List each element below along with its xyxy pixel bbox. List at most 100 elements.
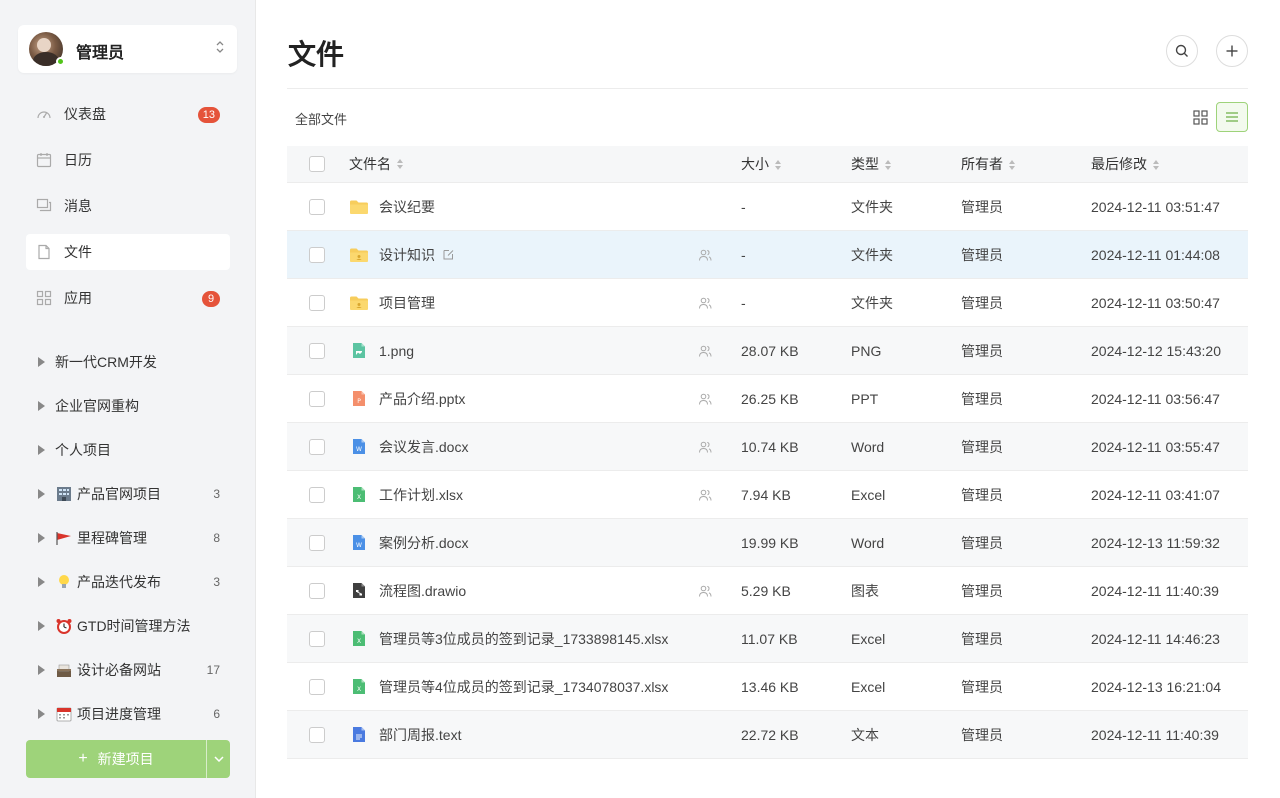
file-modified: 2024-12-11 03:50:47	[1091, 294, 1220, 311]
row-checkbox[interactable]	[309, 294, 325, 311]
file-type: 文件夹	[851, 246, 893, 263]
caret-right-icon[interactable]	[38, 533, 45, 543]
project-item[interactable]: 设计必备网站 17	[26, 648, 230, 692]
sort-by-name[interactable]: 文件名	[349, 154, 741, 174]
table-row[interactable]: 1.png 28.07 KB PNG 管理员 2024-12-12 15:43:20	[287, 327, 1248, 375]
table-row[interactable]: 流程图.drawio 5.29 KB 图表 管理员 2024-12-11 11:40:3…	[287, 567, 1248, 615]
shared-members-icon[interactable]	[698, 488, 712, 502]
sort-by-type[interactable]: 类型	[851, 154, 961, 174]
project-item[interactable]: 新一代CRM开发	[26, 340, 230, 384]
table-row[interactable]: 项目管理 - 文件夹 管理员 2024-12-11 03:50:47	[287, 279, 1248, 327]
file-size: -	[741, 246, 746, 263]
file-name[interactable]: 案例分析.docx	[379, 533, 468, 553]
file-name[interactable]: 流程图.drawio	[379, 581, 466, 601]
file-name[interactable]: 产品介绍.pptx	[379, 389, 465, 409]
nav-item-label: 文件	[64, 244, 92, 260]
table-row[interactable]: 部门周报.text 22.72 KB 文本 管理员 2024-12-11 11:40:3…	[287, 711, 1248, 759]
nav-item-apps[interactable]: 应用 9	[26, 280, 230, 316]
edit-icon[interactable]	[442, 248, 455, 261]
table-row[interactable]: 会议纪要 - 文件夹 管理员 2024-12-11 03:51:47	[287, 183, 1248, 231]
table-row[interactable]: 设计知识 - 文件夹 管理员 2024-12-11 01:44:08	[287, 231, 1248, 279]
nav-item-label: 应用	[64, 290, 92, 306]
header-type: 类型	[851, 156, 879, 172]
shared-members-icon[interactable]	[698, 440, 712, 454]
table-row[interactable]: W 案例分析.docx 19.99 KB Word 管理员 2024-12-13 11:5…	[287, 519, 1248, 567]
row-checkbox[interactable]	[309, 342, 325, 359]
table-row[interactable]: X 管理员等4位成员的签到记录_1734078037.xlsx 13.46 KB Ex…	[287, 663, 1248, 711]
nav-item-calendar[interactable]: 日历	[26, 142, 230, 178]
list-view-button[interactable]	[1216, 102, 1248, 132]
project-item[interactable]: 项目进度管理 6	[26, 692, 230, 736]
project-item[interactable]: 里程碑管理 8	[26, 516, 230, 560]
row-checkbox[interactable]	[309, 390, 325, 407]
grid-view-button[interactable]	[1188, 105, 1212, 129]
shared-members-icon[interactable]	[698, 584, 712, 598]
shared-members-icon[interactable]	[698, 296, 712, 310]
caret-right-icon[interactable]	[38, 665, 45, 675]
select-all-checkbox[interactable]	[309, 156, 325, 172]
caret-right-icon[interactable]	[38, 709, 45, 719]
row-checkbox[interactable]	[309, 486, 325, 503]
file-size: -	[741, 294, 746, 311]
file-name[interactable]: 设计知识	[379, 245, 435, 265]
file-name[interactable]: 项目管理	[379, 293, 435, 313]
file-name[interactable]: 部门周报.text	[379, 725, 461, 745]
table-row[interactable]: W 会议发言.docx 10.74 KB Word 管理员 2024-12-11 03:5…	[287, 423, 1248, 471]
project-item[interactable]: GTD时间管理方法	[26, 604, 230, 648]
project-label: 设计必备网站	[77, 662, 161, 678]
shared-members-icon[interactable]	[698, 248, 712, 262]
nav-item-file[interactable]: 文件	[26, 234, 230, 270]
file-name[interactable]: 管理员等3位成员的签到记录_1733898145.xlsx	[379, 629, 668, 649]
caret-right-icon[interactable]	[38, 489, 45, 499]
caret-right-icon[interactable]	[38, 357, 45, 367]
header-name: 文件名	[349, 156, 391, 172]
calendar-icon	[36, 152, 52, 168]
project-item[interactable]: 个人项目	[26, 428, 230, 472]
new-project-button[interactable]: + 新建项目	[26, 740, 206, 778]
file-name[interactable]: 工作计划.xlsx	[379, 485, 463, 505]
caret-right-icon[interactable]	[38, 621, 45, 631]
sort-by-modified[interactable]: 最后修改	[1091, 154, 1248, 174]
table-row[interactable]: X 管理员等3位成员的签到记录_1733898145.xlsx 11.07 KB Ex…	[287, 615, 1248, 663]
new-project-dropdown-button[interactable]	[206, 740, 230, 778]
sort-by-owner[interactable]: 所有者	[961, 154, 1091, 174]
file-name[interactable]: 管理员等4位成员的签到记录_1734078037.xlsx	[379, 677, 668, 697]
row-checkbox[interactable]	[309, 582, 325, 599]
file-name[interactable]: 会议纪要	[379, 197, 435, 217]
file-size: 5.29 KB	[741, 582, 791, 599]
caret-right-icon[interactable]	[38, 577, 45, 587]
row-checkbox[interactable]	[309, 246, 325, 263]
flag-icon	[55, 530, 73, 546]
row-checkbox[interactable]	[309, 630, 325, 647]
file-name[interactable]: 1.png	[379, 343, 414, 359]
shared-members-icon[interactable]	[698, 392, 712, 406]
caret-right-icon[interactable]	[38, 401, 45, 411]
table-row[interactable]: P 产品介绍.pptx 26.25 KB PPT 管理员 2024-12-11 03:56…	[287, 375, 1248, 423]
table-row[interactable]: X 工作计划.xlsx 7.94 KB Excel 管理员 2024-12-11 03:4…	[287, 471, 1248, 519]
drawio-file-icon	[349, 582, 369, 600]
message-icon	[36, 198, 52, 214]
row-checkbox[interactable]	[309, 678, 325, 695]
row-checkbox[interactable]	[309, 198, 325, 215]
row-checkbox[interactable]	[309, 438, 325, 455]
sort-by-size[interactable]: 大小	[741, 154, 851, 174]
project-item[interactable]: 产品迭代发布 3	[26, 560, 230, 604]
shared-members-icon[interactable]	[698, 344, 712, 358]
file-type: PPT	[851, 390, 879, 407]
project-count: 3	[213, 487, 220, 501]
file-size: 7.94 KB	[741, 486, 791, 503]
search-button[interactable]	[1166, 35, 1198, 67]
row-checkbox[interactable]	[309, 534, 325, 551]
project-item[interactable]: 企业官网重构	[26, 384, 230, 428]
file-size: 10.74 KB	[741, 438, 799, 455]
row-checkbox[interactable]	[309, 726, 325, 743]
file-name[interactable]: 会议发言.docx	[379, 437, 468, 457]
user-switcher[interactable]: 管理员	[18, 25, 237, 73]
breadcrumb[interactable]: 全部文件	[295, 109, 347, 128]
add-button[interactable]	[1216, 35, 1248, 67]
nav-item-dashboard[interactable]: 仪表盘 13	[26, 96, 230, 132]
nav-item-message[interactable]: 消息	[26, 188, 230, 224]
project-item[interactable]: 产品官网项目 3	[26, 472, 230, 516]
caret-right-icon[interactable]	[38, 445, 45, 455]
word-file-icon: W	[349, 438, 369, 456]
